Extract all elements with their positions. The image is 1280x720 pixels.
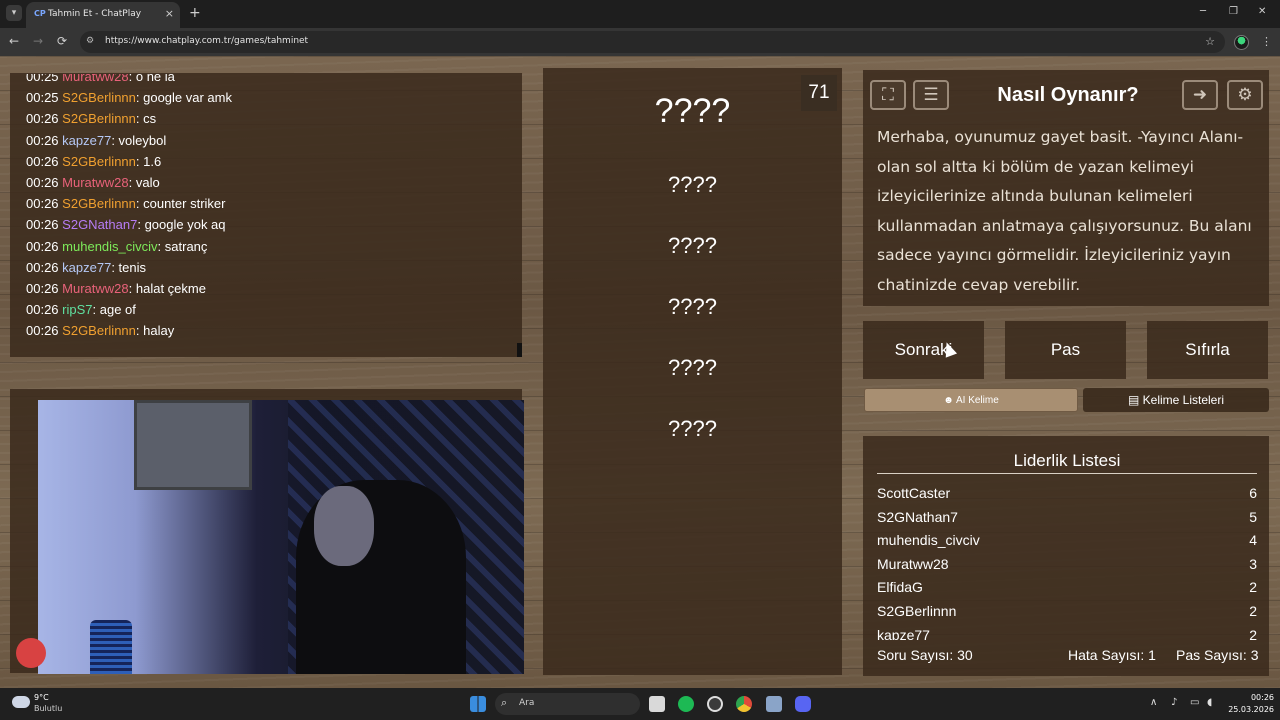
chrome-icon[interactable] <box>736 696 752 712</box>
windows-start-icon[interactable] <box>470 696 486 712</box>
display-icon[interactable]: ▭ <box>1190 697 1199 708</box>
spotify-icon[interactable] <box>678 696 694 712</box>
leaderboard-player: S2GNathan7 <box>877 508 958 525</box>
taskbar-search[interactable]: ⌕ Ara <box>495 693 640 715</box>
leaderboard-score: 2 <box>1249 626 1257 640</box>
error-count: Hata Sayısı: 1 <box>1068 647 1156 663</box>
leaderboard-score: 5 <box>1249 508 1257 525</box>
record-stop-icon[interactable] <box>16 638 46 668</box>
clock-time[interactable]: 00:26 <box>1240 693 1274 702</box>
app-icon[interactable] <box>766 696 782 712</box>
windows-taskbar: 9°C Bulutlu ⌕ Ara ∧ ♪ ▭ ◖ 00:26 25.03.20… <box>0 688 1280 720</box>
task-view-icon[interactable] <box>649 696 665 712</box>
weather-temperature[interactable]: 9°C <box>34 693 49 702</box>
leaderboard-score: 2 <box>1249 603 1257 619</box>
obs-icon[interactable] <box>707 696 723 712</box>
pass-count: Pas Sayısı: 3 <box>1176 647 1259 663</box>
search-icon: ⌕ <box>501 696 508 709</box>
volume-icon[interactable]: ◖ <box>1207 697 1212 708</box>
discord-icon[interactable] <box>795 696 811 712</box>
leaderboard-rows: ScottCaster 6 S2GNathan7 5 muhendis_civciv 4 M… <box>0 0 1280 640</box>
leaderboard-score: 3 <box>1249 555 1257 572</box>
leaderboard-player: S2GBerlinnn <box>877 603 957 619</box>
leaderboard-player: muhendis_civciv <box>877 532 980 549</box>
microphone-icon[interactable]: ♪ <box>1171 697 1177 708</box>
taskbar-search-text: Ara <box>519 698 535 708</box>
cloud-icon <box>12 696 30 708</box>
leaderboard-score: 2 <box>1249 579 1257 596</box>
tray-chevron-icon[interactable]: ∧ <box>1150 697 1157 708</box>
leaderboard-score: 4 <box>1249 532 1257 549</box>
leaderboard-player: ScottCaster <box>877 485 951 501</box>
leaderboard-player: kapze77 <box>877 626 930 640</box>
question-count: Soru Sayısı: 30 <box>877 647 973 663</box>
weather-description[interactable]: Bulutlu <box>34 704 62 713</box>
leaderboard-player: Muratww28 <box>877 555 949 572</box>
leaderboard-score: 6 <box>1249 485 1257 501</box>
leaderboard-player: ElfidaG <box>877 579 923 596</box>
clock-date[interactable]: 25.03.2026 <box>1228 705 1274 714</box>
